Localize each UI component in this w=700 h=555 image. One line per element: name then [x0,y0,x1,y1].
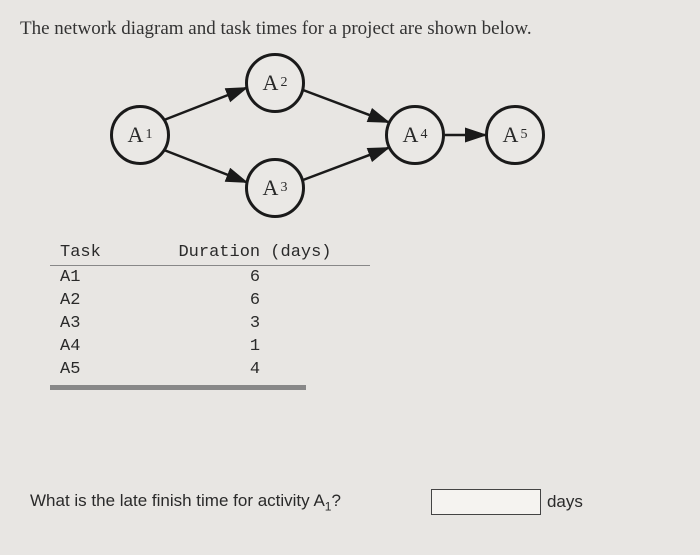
question-text: What is the late finish time for activit… [30,491,341,513]
node-a2-sub: 2 [280,75,287,91]
cell-task: A1 [50,268,160,287]
table-row: A4 1 [50,335,370,358]
cell-duration: 6 [160,268,350,287]
header-task: Task [50,243,160,262]
question-suffix: ? [331,491,340,510]
question-prefix: What is the late finish time for activit… [30,491,325,510]
cell-duration: 6 [160,291,350,310]
duration-table: Task Duration (days) A1 6 A2 6 A3 3 A4 1… [50,240,370,390]
table-row: A3 3 [50,312,370,335]
table-row: A1 6 [50,266,370,289]
header-duration: Duration (days) [160,243,350,262]
table-bottom-rule [50,385,370,390]
node-a2: A2 [245,53,305,113]
node-a3: A3 [245,158,305,218]
table-header-row: Task Duration (days) [50,240,370,266]
node-a3-base: A [263,175,279,201]
cell-duration: 3 [160,314,350,333]
intro-text: The network diagram and task times for a… [20,18,680,40]
cell-duration: 4 [160,360,350,379]
node-a1: A1 [110,105,170,165]
answer-unit: days [547,492,583,512]
network-diagram: A1 A2 A3 A4 A5 [90,50,630,220]
node-a2-base: A [263,70,279,96]
node-a1-sub: 1 [145,127,152,143]
node-a4-base: A [403,122,419,148]
node-a5-sub: 5 [520,127,527,143]
node-a4-sub: 4 [420,127,427,143]
table-row: A5 4 [50,358,370,381]
answer-input[interactable] [431,489,541,515]
node-a1-base: A [128,122,144,148]
question-row: What is the late finish time for activit… [30,489,680,515]
cell-duration: 1 [160,337,350,356]
cell-task: A4 [50,337,160,356]
diagram-arrows [90,50,630,220]
cell-task: A3 [50,314,160,333]
node-a4: A4 [385,105,445,165]
node-a3-sub: 3 [280,180,287,196]
cell-task: A2 [50,291,160,310]
table-row: A2 6 [50,289,370,312]
cell-task: A5 [50,360,160,379]
node-a5: A5 [485,105,545,165]
node-a5-base: A [503,122,519,148]
